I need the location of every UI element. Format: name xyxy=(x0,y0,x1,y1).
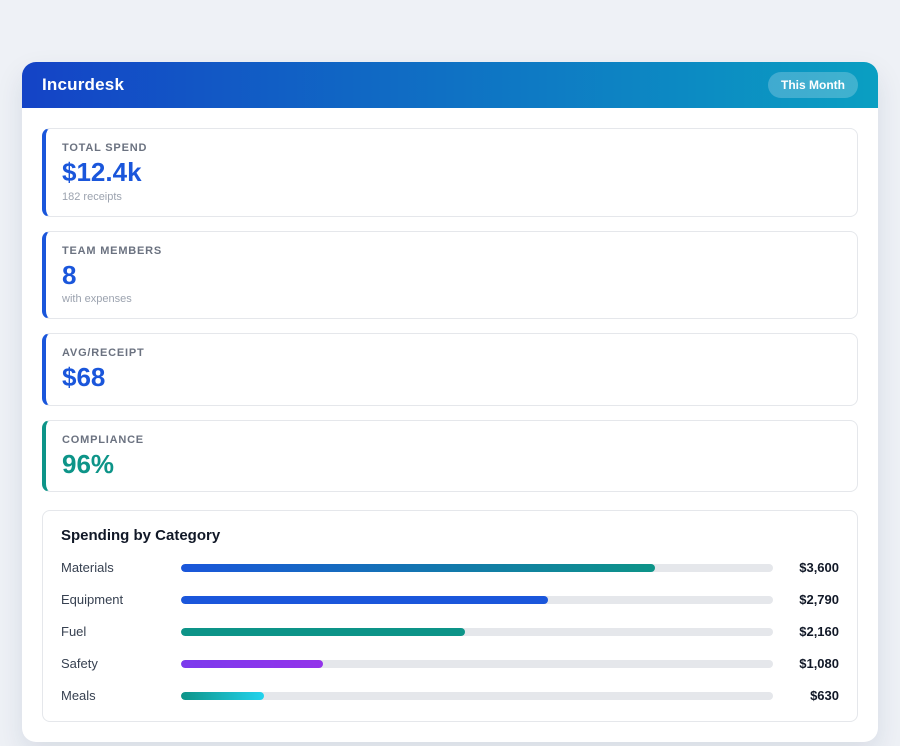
dashboard-card: Incurdesk This Month TOTAL SPEND $12.4k 18… xyxy=(22,62,878,743)
stat-value: 96% xyxy=(62,448,115,479)
stat-card: AVG/RECEIPT $68 xyxy=(42,333,858,406)
bar-value-label: $3,600 xyxy=(799,560,839,576)
month-filter-badge[interactable]: This Month xyxy=(768,72,858,98)
stat-value: 8 xyxy=(62,259,77,290)
stat-value: $68 xyxy=(62,362,106,393)
stat-label: COMPLIANCE xyxy=(62,433,144,446)
bar-category-label: Meals xyxy=(61,688,96,704)
spending-by-category-card: Spending by Category Materials $3,600 Equi… xyxy=(42,510,858,723)
bar-fill xyxy=(181,595,549,604)
bar-value-label: $2,160 xyxy=(799,624,839,640)
bar-value-label: $2,790 xyxy=(799,592,839,608)
bar-row: Fuel $2,160 xyxy=(61,624,839,639)
bar-track xyxy=(181,563,773,572)
stat-subtext: with expenses xyxy=(62,293,132,306)
bar-category-label: Equipment xyxy=(61,592,124,608)
stat-label: TEAM MEMBERS xyxy=(62,244,163,257)
bar-track xyxy=(181,659,773,668)
bar-fill xyxy=(181,691,264,700)
stat-card: COMPLIANCE 96% xyxy=(42,419,858,493)
spending-title: Spending by Category xyxy=(61,527,221,545)
stat-value: $12.4k xyxy=(62,157,142,187)
bar-fill xyxy=(181,659,324,668)
dashboard-body: TOTAL SPEND $12.4k 182 receipts TEAM MEMBER… xyxy=(22,108,878,742)
bar-row: Meals $630 xyxy=(61,688,839,703)
bar-category-label: Materials xyxy=(61,560,114,576)
bar-fill xyxy=(181,563,655,572)
stat-label: TOTAL SPEND xyxy=(62,142,148,154)
bar-track xyxy=(181,627,773,636)
stat-label: AVG/RECEIPT xyxy=(62,347,145,360)
bar-row: Materials $3,600 xyxy=(61,560,839,575)
app-header: Incurdesk This Month xyxy=(22,62,878,108)
stat-card: TEAM MEMBERS 8 with expenses xyxy=(42,230,858,320)
bar-track xyxy=(181,595,773,604)
bar-category-label: Fuel xyxy=(61,624,87,640)
bar-row: Safety $1,080 xyxy=(61,656,839,671)
bar-row: Equipment $2,790 xyxy=(61,592,839,607)
bar-category-label: Safety xyxy=(61,656,98,672)
stats-list: TOTAL SPEND $12.4k 182 receipts TEAM MEMBER… xyxy=(42,128,858,493)
stat-card: TOTAL SPEND $12.4k 182 receipts xyxy=(42,128,858,217)
bar-value-label: $1,080 xyxy=(799,656,839,672)
bar-chart: Materials $3,600 Equipment $2,790 Fuel $2,160… xyxy=(61,560,839,703)
bar-value-label: $630 xyxy=(810,688,839,704)
stat-subtext: 182 receipts xyxy=(62,190,122,203)
app-title: Incurdesk xyxy=(42,75,125,94)
bar-fill xyxy=(181,627,466,636)
bar-track xyxy=(181,691,773,700)
